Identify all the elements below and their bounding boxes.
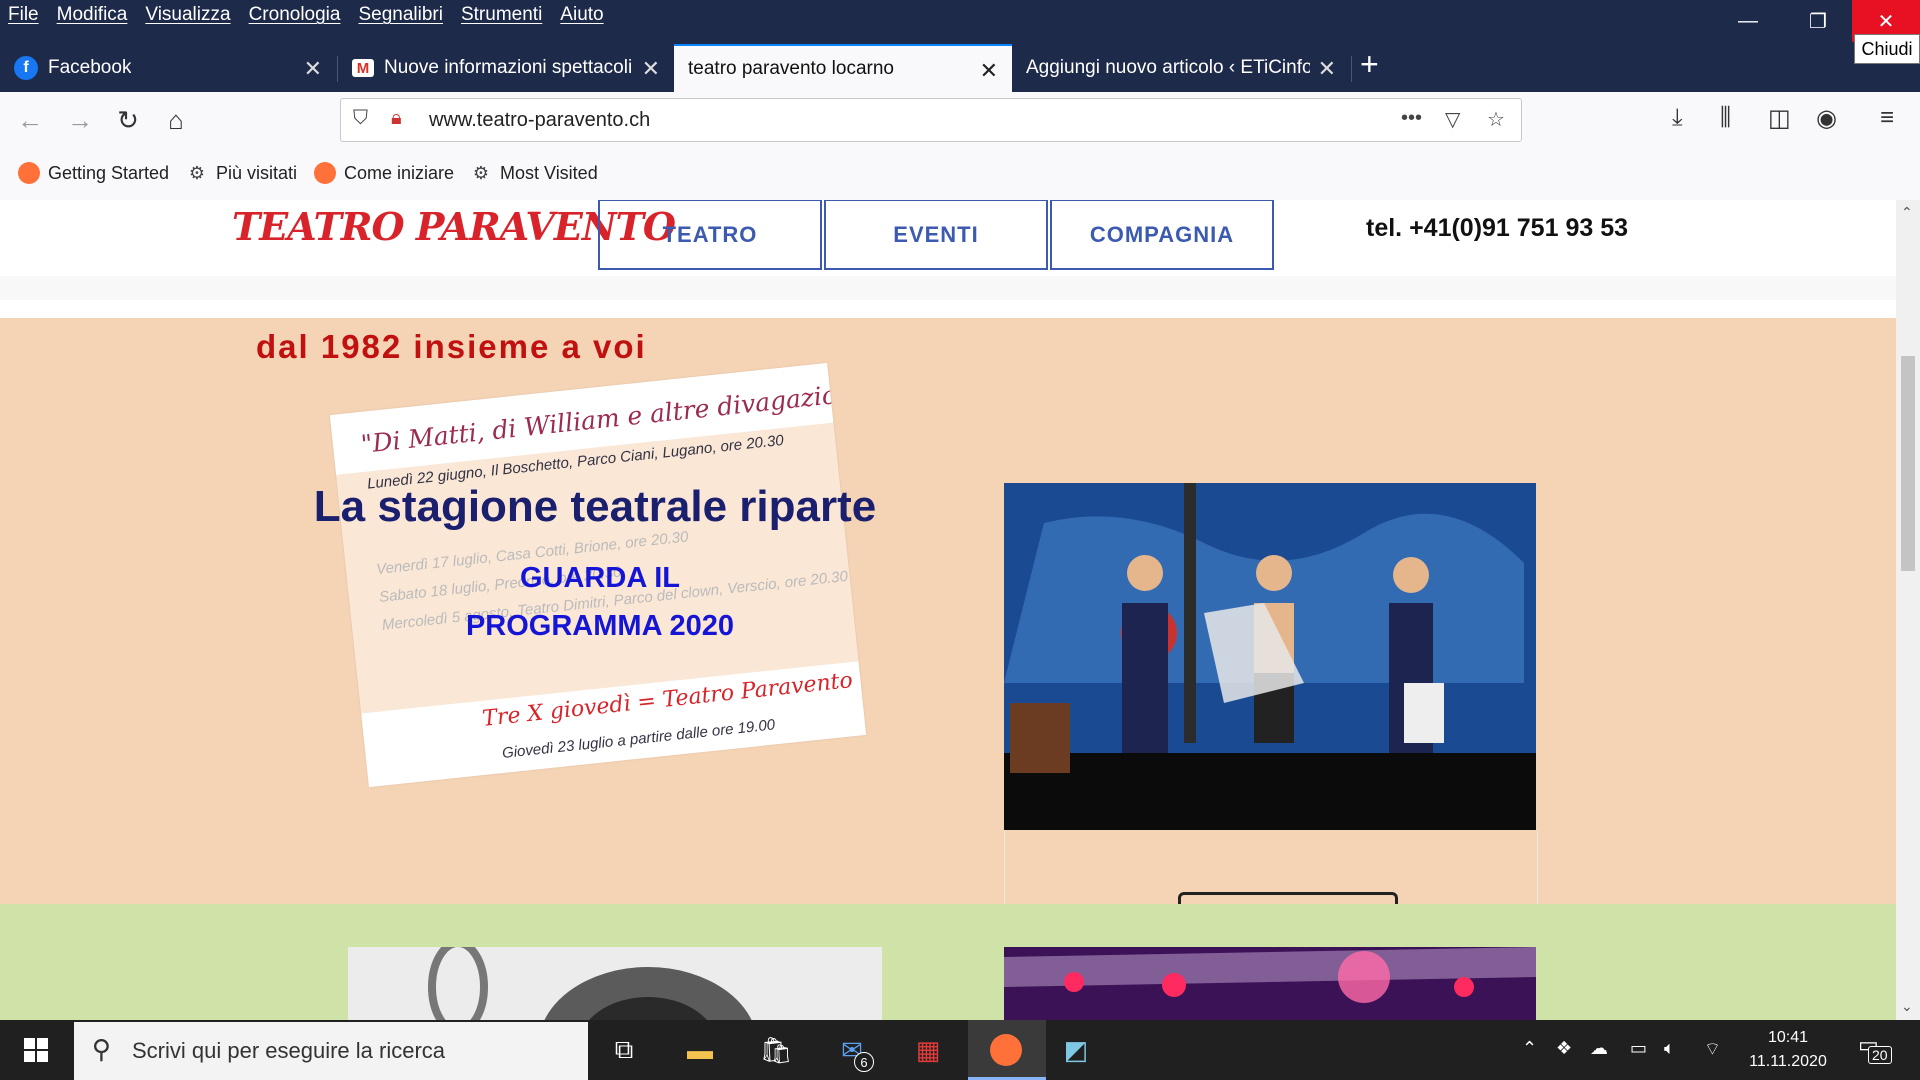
search-icon: ⚲	[92, 1034, 112, 1064]
forward-icon[interactable]: →	[62, 102, 98, 138]
volume-icon[interactable]: 🔈︎	[1664, 1038, 1675, 1059]
menu-modifica[interactable]: Modifica	[57, 4, 128, 26]
phone-number: tel. +41(0)91 751 93 53	[1366, 214, 1628, 242]
gmail-icon: M	[352, 59, 374, 77]
site-header: Teatro Paravento TEATRO EVENTI COMPAGNIA…	[0, 200, 1896, 276]
notification-count: 20	[1868, 1046, 1892, 1064]
windows-icon	[24, 1038, 48, 1062]
firefox-taskbar-icon[interactable]	[984, 1028, 1028, 1072]
tab-separator	[1351, 56, 1352, 82]
film-reel-image[interactable]	[348, 947, 882, 1020]
taskbar: ⚲ Scrivi qui per eseguire la ricerca ⧉ ▬…	[0, 1020, 1920, 1080]
gear-icon: ⚙	[472, 162, 490, 183]
close-tooltip: Chiudi	[1854, 34, 1920, 64]
bookmarks-toolbar: Getting Started ⚙ Più visitati Come iniz…	[0, 146, 1920, 200]
address-bar[interactable]: ⛉ 🔒︎ www.teatro-paravento.ch ••• ▽ ☆	[340, 98, 1522, 142]
menu-aiuto[interactable]: Aiuto	[560, 4, 603, 26]
reload-icon[interactable]: ↻	[110, 102, 146, 138]
library-icon[interactable]: ⫼	[1720, 104, 1731, 132]
notification-center-icon[interactable]: ▭ 20	[1854, 1032, 1894, 1068]
nav-teatro[interactable]: TEATRO	[598, 200, 822, 270]
new-tab-button[interactable]: +	[1360, 46, 1379, 83]
file-explorer-icon[interactable]: ▬	[678, 1028, 722, 1072]
bookmark-come-iniziare[interactable]: Come iniziare	[314, 162, 454, 184]
mail-badge: 6	[854, 1052, 874, 1072]
menu-file[interactable]: File	[8, 4, 39, 26]
menu-items: File Modifica Visualizza Cronologia Segn…	[8, 4, 622, 26]
show-hidden-icons-icon[interactable]: ⌃	[1522, 1038, 1537, 1059]
task-view-icon[interactable]: ⧉	[602, 1028, 646, 1072]
scroll-thumb[interactable]	[1901, 356, 1915, 571]
onedrive-icon[interactable]: ☁	[1590, 1038, 1608, 1059]
gift-icon[interactable]: ▦	[906, 1028, 950, 1072]
bookmark-getting-started[interactable]: Getting Started	[18, 162, 169, 184]
stage-lights-illustration	[1004, 947, 1536, 1020]
bookmark-piu-visitati[interactable]: ⚙ Più visitati	[186, 162, 297, 184]
events-section	[0, 904, 1896, 1020]
facebook-icon: f	[14, 56, 38, 80]
back-icon[interactable]: ←	[12, 102, 48, 138]
clock-time: 10:41	[1767, 1029, 1809, 1046]
menu-bar: File Modifica Visualizza Cronologia Segn…	[0, 0, 1920, 34]
mail-icon[interactable]: ✉ 6	[830, 1028, 874, 1072]
tab-facebook[interactable]: f Facebook ✕	[0, 44, 336, 92]
scroll-down-icon[interactable]: ⌄	[1901, 998, 1913, 1015]
navigation-bar: ← → ↻ ⌂ ⛉ 🔒︎ www.teatro-paravento.ch •••…	[0, 92, 1920, 146]
tab-gmail[interactable]: M Nuove informazioni spettacoli - ✕	[338, 44, 674, 92]
wifi-icon[interactable]: ⌔	[1704, 1038, 1721, 1061]
stage-photo-illustration	[1004, 483, 1536, 830]
tagline: dal 1982 insieme a voi	[256, 328, 647, 365]
menu-segnalibri[interactable]: Segnalibri	[358, 4, 443, 26]
app-taskbar-icon[interactable]: ◩	[1054, 1028, 1098, 1072]
close-tab-icon[interactable]: ✕	[642, 56, 660, 82]
hero-section: dal 1982 insieme a voi "Di Matti, di Wil…	[0, 318, 1896, 983]
sidebar-icon[interactable]: ◫	[1768, 104, 1791, 133]
store-icon[interactable]: 🛍︎	[754, 1028, 798, 1072]
close-tab-icon[interactable]: ✕	[980, 58, 998, 84]
stage-lights-image[interactable]	[1004, 947, 1536, 1020]
system-clock[interactable]: 10:41 11.11.2020	[1740, 1026, 1836, 1074]
nav-eventi[interactable]: EVENTI	[824, 200, 1048, 270]
battery-icon[interactable]: ▭	[1630, 1038, 1647, 1059]
shield-icon[interactable]: ⛉	[353, 107, 368, 130]
film-reel-illustration	[348, 947, 882, 1020]
insecure-lock-icon[interactable]: 🔒︎	[391, 107, 402, 130]
home-icon[interactable]: ⌂	[158, 102, 194, 138]
close-tab-icon[interactable]: ✕	[1318, 56, 1336, 82]
firefox-icon	[18, 162, 40, 184]
header-divider	[0, 276, 1896, 300]
account-icon[interactable]: ◉	[1816, 104, 1837, 133]
menu-visualizza[interactable]: Visualizza	[145, 4, 230, 26]
bookmark-most-visited[interactable]: ⚙ Most Visited	[470, 162, 598, 184]
downloads-icon[interactable]: ⤓	[1672, 104, 1683, 132]
taskbar-search[interactable]: ⚲ Scrivi qui per eseguire la ricerca	[74, 1022, 588, 1080]
menu-cronologia[interactable]: Cronologia	[249, 4, 341, 26]
windows-start-button[interactable]	[0, 1020, 72, 1080]
web-page: Teatro Paravento TEATRO EVENTI COMPAGNIA…	[0, 200, 1896, 1020]
scroll-up-icon[interactable]: ⌃	[1901, 204, 1913, 221]
company-photo[interactable]	[1004, 483, 1536, 830]
url-text[interactable]: www.teatro-paravento.ch	[429, 109, 650, 132]
close-tab-icon[interactable]: ✕	[304, 56, 322, 82]
page-actions-icon[interactable]: •••	[1401, 107, 1422, 130]
minimize-icon[interactable]: —	[1714, 0, 1782, 42]
menu-icon[interactable]: ≡	[1880, 104, 1894, 132]
clock-date: 11.11.2020	[1749, 1053, 1827, 1070]
tab-bar: f Facebook ✕ M Nuove informazioni spetta…	[0, 34, 1920, 92]
bookmark-star-icon[interactable]: ☆	[1487, 107, 1505, 132]
tab-aggiungi-articolo[interactable]: Aggiungi nuovo articolo ‹ ETiCinfor ✕	[1012, 44, 1350, 92]
dropbox-icon[interactable]: ❖	[1556, 1038, 1572, 1059]
pocket-icon[interactable]: ▽	[1445, 107, 1460, 132]
gear-icon: ⚙	[188, 162, 206, 183]
firefox-icon	[314, 162, 336, 184]
restore-icon[interactable]: ❐	[1784, 0, 1852, 42]
tab-teatro-paravento[interactable]: teatro paravento locarno ✕	[674, 44, 1012, 92]
menu-strumenti[interactable]: Strumenti	[461, 4, 542, 26]
page-scrollbar[interactable]: ⌃ ⌄	[1896, 200, 1920, 1020]
nav-compagnia[interactable]: COMPAGNIA	[1050, 200, 1274, 270]
